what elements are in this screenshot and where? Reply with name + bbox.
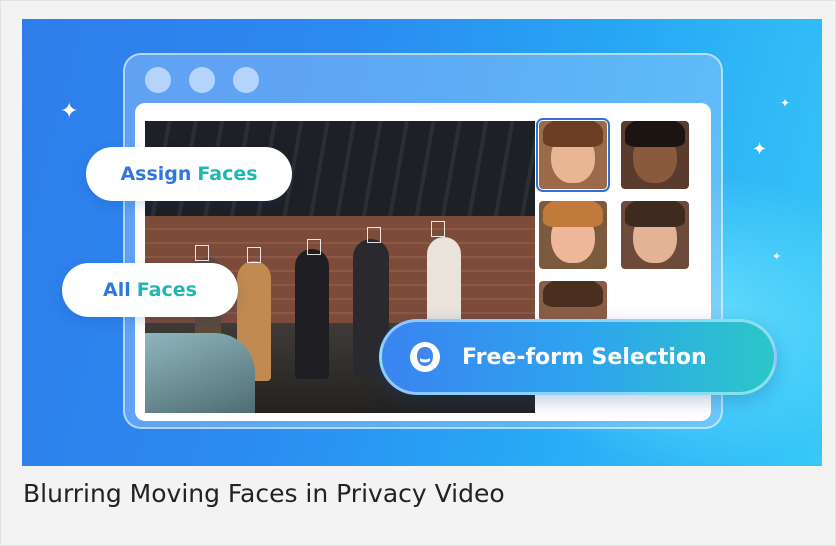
face-mask-icon [410,342,440,372]
face-thumbnail[interactable] [621,121,689,189]
window-dot [233,67,259,93]
face-detection-box [367,227,381,243]
article-caption[interactable]: Blurring Moving Faces in Privacy Video [23,479,505,508]
assign-faces-word1: Assign [120,163,192,185]
sparkle-icon: ✦ [780,96,791,110]
face-detection-box [307,239,321,255]
sparkle-icon: ✦ [772,250,782,263]
window-dot [189,67,215,93]
sparkle-icon: ✦ [752,139,768,160]
table-foreground [145,333,255,413]
face-thumbnail[interactable] [539,201,607,269]
face-thumbnail[interactable] [536,118,610,192]
dancer [295,249,329,379]
sparkle-icon: ✦ [60,99,79,124]
face-detection-box [195,245,209,261]
free-form-selection-button[interactable]: Free-form Selection [379,319,777,395]
face-detection-box [247,247,261,263]
assign-faces-pill[interactable]: Assign Faces [86,147,292,201]
window-dot [145,67,171,93]
face-thumbnail[interactable] [539,281,607,321]
hero-banner-image: ✦ ✦ ✦ ✦ Assign Faces All Faces [22,19,822,466]
all-faces-word2: Faces [136,279,197,301]
face-thumbnail[interactable] [621,201,689,269]
assign-faces-word2: Faces [197,163,258,185]
face-detection-box [431,221,445,237]
all-faces-word1: All [103,279,131,301]
article-card[interactable]: ✦ ✦ ✦ ✦ Assign Faces All Faces Free-form… [0,0,836,546]
free-form-selection-label: Free-form Selection [462,344,707,370]
all-faces-pill[interactable]: All Faces [62,263,238,317]
